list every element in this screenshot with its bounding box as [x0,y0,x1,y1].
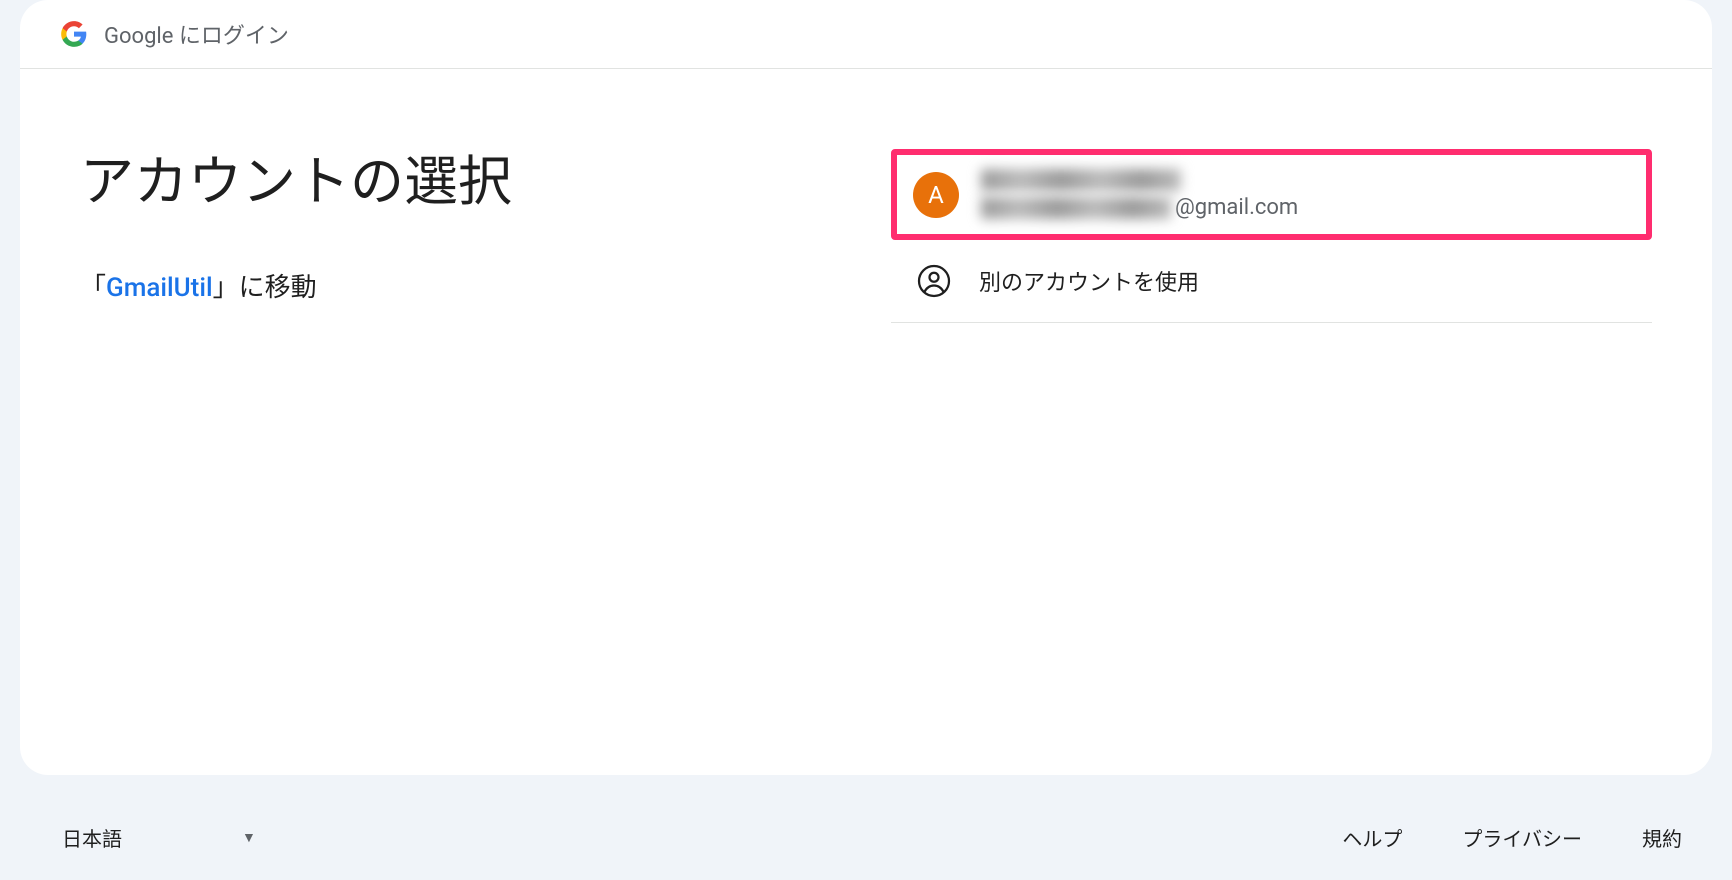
use-another-account-label: 別のアカウントを使用 [979,265,1199,297]
help-link[interactable]: ヘルプ [1342,823,1402,852]
subtitle-suffix: 」に移動 [213,273,317,303]
privacy-link[interactable]: プライバシー [1462,823,1582,852]
footer: 日本語 ▼ ヘルプ プライバシー 規約 [0,805,1732,880]
person-circle-icon [911,258,957,304]
page-heading: アカウントの選択 [80,149,841,217]
left-panel: アカウントの選択 「GmailUtil」に移動 [80,149,881,755]
card-header: Google にログイン [20,0,1712,69]
right-panel: A @gmail.com [881,149,1652,755]
language-label: 日本語 [62,823,122,852]
login-card: Google にログイン アカウントの選択 「GmailUtil」に移動 A [20,0,1712,775]
card-content: アカウントの選択 「GmailUtil」に移動 A [20,69,1712,775]
footer-links: ヘルプ プライバシー 規約 [1342,823,1682,852]
avatar: A [913,172,959,218]
google-logo-icon [60,20,88,48]
language-selector[interactable]: 日本語 ▼ [50,815,268,860]
account-list: A @gmail.com [891,149,1652,323]
app-name-link[interactable]: GmailUtil [106,273,213,303]
use-another-account-item[interactable]: 別のアカウントを使用 [891,240,1652,323]
header-title: Google にログイン [104,18,289,50]
subtitle: 「GmailUtil」に移動 [80,267,841,304]
subtitle-prefix: 「 [80,273,106,303]
account-email-row: @gmail.com [981,195,1630,220]
chevron-down-icon: ▼ [242,829,256,846]
account-email-suffix: @gmail.com [1175,195,1298,220]
account-item-1[interactable]: A @gmail.com [891,149,1652,240]
account-name-row [981,169,1630,191]
account-email-prefix-blurred [981,197,1171,219]
account-text: @gmail.com [981,169,1630,220]
account-name-blurred [981,169,1181,191]
terms-link[interactable]: 規約 [1642,823,1682,852]
avatar-letter: A [928,181,944,209]
